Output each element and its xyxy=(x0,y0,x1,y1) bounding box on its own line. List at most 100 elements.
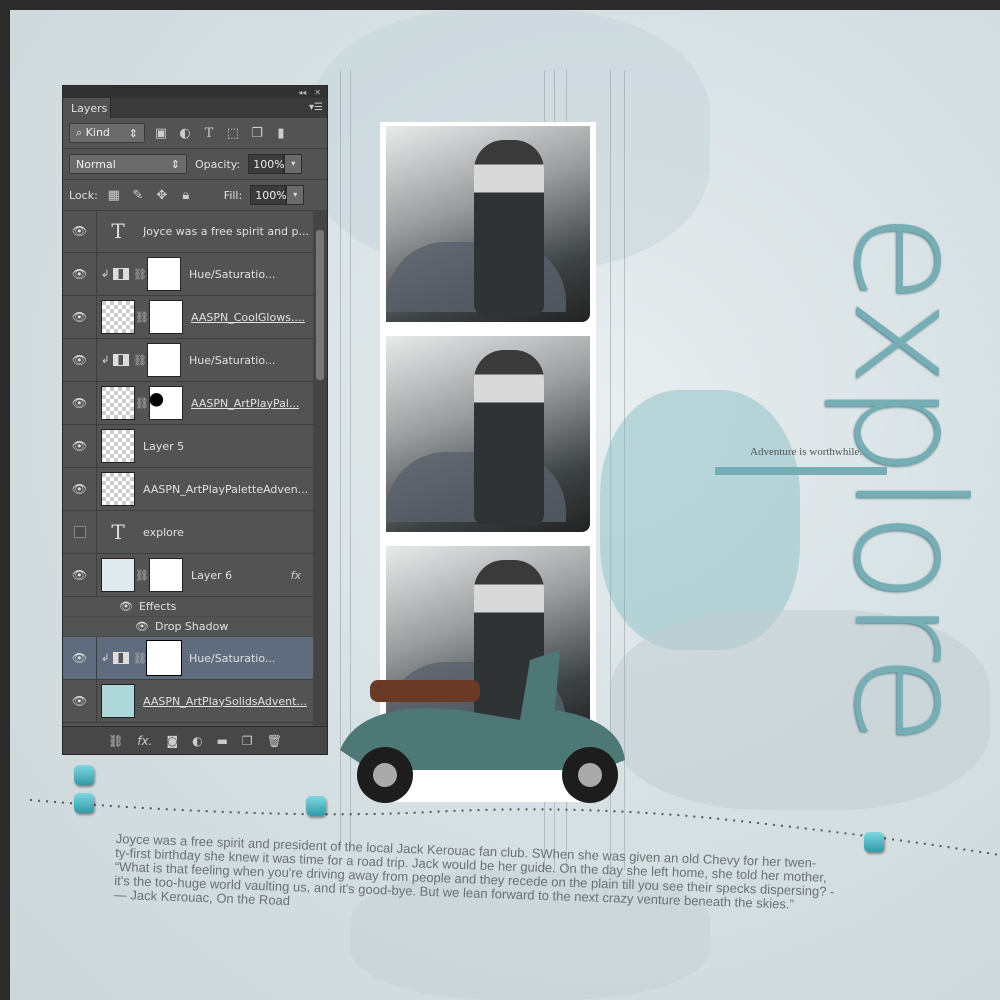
hue-saturation-icon xyxy=(113,652,129,664)
layer-row[interactable]: 👁︎ Layer 5 xyxy=(63,425,315,468)
layer-thumb xyxy=(101,684,135,718)
panel-menu-icon[interactable]: ▾☰ xyxy=(309,102,323,113)
layers-scrollbar[interactable] xyxy=(313,210,327,727)
eye-icon[interactable]: 👁︎ xyxy=(63,637,97,679)
brad xyxy=(74,765,94,785)
layer-row[interactable]: 👁︎ ↲ ⛓ Hue/Saturatio... xyxy=(63,253,315,296)
effects-row[interactable]: 👁︎ Effects xyxy=(63,597,315,617)
collapse-icon[interactable]: ◂◂ xyxy=(298,88,306,97)
layer-mask-thumb[interactable] xyxy=(147,257,181,291)
eye-icon[interactable]: 👁︎ xyxy=(63,425,97,467)
layer-name: Hue/Saturatio... xyxy=(189,353,276,367)
eye-icon[interactable]: 👁︎ xyxy=(63,210,97,252)
layer-mask-thumb[interactable] xyxy=(146,640,182,676)
panel-titlebar: ◂◂ ✕ xyxy=(63,86,327,98)
add-mask-icon[interactable]: ◙ xyxy=(166,734,178,748)
link-icon[interactable]: ⛓ xyxy=(133,354,147,367)
new-adjustment-icon[interactable]: ◐ xyxy=(192,734,202,748)
tagline-bar xyxy=(715,467,887,475)
eye-icon[interactable]: 👁︎ xyxy=(135,620,149,633)
fill-input[interactable]: 100% xyxy=(250,185,287,205)
explore-title: explore xyxy=(821,212,995,742)
layer-thumb xyxy=(101,558,135,592)
tagline: Adventure is worthwhile. xyxy=(750,446,863,458)
new-layer-icon[interactable]: ❐ xyxy=(242,734,253,748)
eye-icon[interactable]: 👁︎ xyxy=(63,554,97,596)
eye-icon[interactable]: 👁︎ xyxy=(63,253,97,295)
layer-mask-thumb[interactable] xyxy=(149,386,183,420)
photo xyxy=(386,336,590,532)
smart-object-filter-icon[interactable]: ❐ xyxy=(249,126,265,141)
layer-row[interactable]: 👁︎ AASPN_ArtPlaySolidsAdvent... xyxy=(63,680,315,723)
link-icon[interactable]: ⛓ xyxy=(133,652,147,665)
layer-row[interactable]: 👁︎ ⛓ AASPN_CoolGlows.... xyxy=(63,296,315,339)
lock-pixels-icon[interactable]: ✎ xyxy=(130,188,146,203)
layer-thumb xyxy=(101,429,135,463)
photo xyxy=(386,126,590,322)
fx-icon[interactable]: fx xyxy=(291,569,301,582)
filter-toggle-icon[interactable]: ▮ xyxy=(273,126,289,141)
scrollbar-thumb[interactable] xyxy=(316,230,324,380)
effect-name: Drop Shadow xyxy=(154,620,229,633)
eye-icon[interactable]: 👁︎ xyxy=(63,680,97,722)
blend-mode-select[interactable]: Normal ⇕ xyxy=(69,154,187,174)
layer-name: Layer 5 xyxy=(143,439,185,453)
fill-label: Fill: xyxy=(223,188,243,202)
tab-layers[interactable]: Layers xyxy=(63,98,111,118)
layer-row[interactable]: 👁︎ ⛓ Layer 6 fx xyxy=(63,554,315,597)
filter-kind-value: Kind xyxy=(85,126,110,139)
trash-icon[interactable]: 🗑︎ xyxy=(267,734,282,748)
close-icon[interactable]: ✕ xyxy=(314,88,321,97)
shape-filter-icon[interactable]: ⬚ xyxy=(225,126,241,141)
opacity-input[interactable]: 100% xyxy=(248,154,285,174)
lock-transparency-icon[interactable]: ▦ xyxy=(106,188,122,203)
filter-kind-select[interactable]: ⌕ Kind ⇕ xyxy=(69,123,145,143)
layer-row[interactable]: 👁︎ ↲ ⛓ Hue/Saturatio... xyxy=(63,339,315,382)
layer-name: Hue/Saturatio... xyxy=(189,267,276,281)
opacity-label: Opacity: xyxy=(195,157,241,171)
eye-icon[interactable]: 👁︎ xyxy=(63,382,97,424)
link-icon[interactable]: ⛓ xyxy=(135,397,149,410)
opacity-dropdown[interactable]: ▾ xyxy=(284,154,303,174)
layer-name: AASPN_CoolGlows.... xyxy=(191,310,305,324)
clip-arrow-icon: ↲ xyxy=(101,354,110,366)
lock-all-icon[interactable]: 🔒︎ xyxy=(178,188,194,203)
layer-name: AASPN_ArtPlayPaletteAdven... xyxy=(143,482,309,496)
blend-row: Normal ⇕ Opacity: 100% ▾ xyxy=(63,149,327,180)
layer-row-selected[interactable]: 👁︎ ↲ ⛓ Hue/Saturatio... xyxy=(63,637,315,680)
type-filter-icon[interactable]: T xyxy=(201,126,217,141)
link-layers-icon[interactable]: ⛓ xyxy=(108,734,123,748)
eye-icon[interactable]: 👁︎ xyxy=(63,339,97,381)
lock-row: Lock: ▦ ✎ ✥ 🔒︎ Fill: 100% ▾ xyxy=(63,180,327,211)
link-icon[interactable]: ⛓ xyxy=(133,268,147,281)
eye-icon[interactable]: 👁︎ xyxy=(119,600,133,613)
link-icon[interactable]: ⛓ xyxy=(135,311,149,324)
layer-name: AASPN_ArtPlayPal... xyxy=(191,396,300,410)
drop-shadow-row[interactable]: 👁︎ Drop Shadow xyxy=(63,617,315,637)
panel-bottom-toolbar: ⛓ fx. ◙ ◐ ▬ ❐ 🗑︎ xyxy=(63,726,327,754)
fill-dropdown[interactable]: ▾ xyxy=(286,185,305,205)
layer-row[interactable]: Texplore xyxy=(63,511,315,554)
image-filter-icon[interactable]: ▣ xyxy=(153,126,169,141)
clip-arrow-icon: ↲ xyxy=(101,268,110,280)
layer-row[interactable]: 👁︎ ⛓ AASPN_ArtPlayPal... xyxy=(63,382,315,425)
link-icon[interactable]: ⛓ xyxy=(135,569,149,582)
layer-mask-thumb[interactable] xyxy=(147,343,181,377)
eye-icon[interactable]: 👁︎ xyxy=(63,468,97,510)
layer-thumb xyxy=(101,472,135,506)
new-group-icon[interactable]: ▬ xyxy=(217,734,228,748)
brad xyxy=(306,796,326,816)
scooter-image xyxy=(340,650,625,803)
adjustment-filter-icon[interactable]: ◐ xyxy=(177,126,193,141)
layer-row[interactable]: 👁︎ AASPN_ArtPlayPaletteAdven... xyxy=(63,468,315,511)
brad xyxy=(74,793,94,813)
fx-icon[interactable]: fx. xyxy=(137,734,152,748)
layer-name: explore xyxy=(143,525,184,539)
search-icon: ⌕ xyxy=(76,126,86,139)
lock-position-icon[interactable]: ✥ xyxy=(154,188,170,203)
visibility-toggle[interactable] xyxy=(63,511,97,553)
layer-row[interactable]: 👁︎ T Joyce was a free spirit and p... xyxy=(63,210,315,253)
eye-icon[interactable]: 👁︎ xyxy=(63,296,97,338)
layer-mask-thumb[interactable] xyxy=(149,300,183,334)
layer-mask-thumb[interactable] xyxy=(149,558,183,592)
